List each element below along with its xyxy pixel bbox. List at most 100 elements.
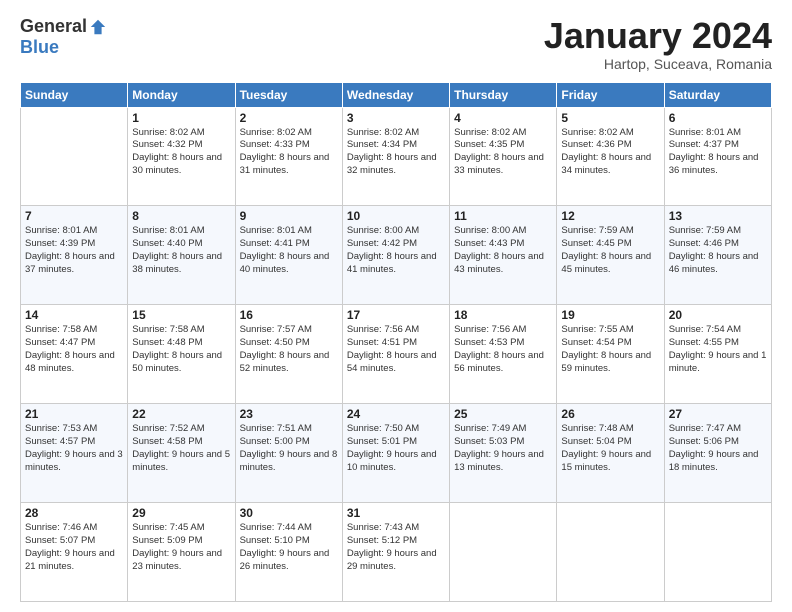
day-info: Sunrise: 8:02 AMSunset: 4:34 PMDaylight:… <box>347 127 445 178</box>
day-info: Sunrise: 7:53 AMSunset: 4:57 PMDaylight:… <box>25 423 123 474</box>
day-info: Sunrise: 7:55 AMSunset: 4:54 PMDaylight:… <box>561 324 659 375</box>
day-info: Sunrise: 7:58 AMSunset: 4:48 PMDaylight:… <box>132 324 230 375</box>
day-info: Sunrise: 7:59 AMSunset: 4:45 PMDaylight:… <box>561 225 659 276</box>
calendar-cell: 22 Sunrise: 7:52 AMSunset: 4:58 PMDayligh… <box>128 404 235 503</box>
calendar-cell: 27 Sunrise: 7:47 AMSunset: 5:06 PMDayligh… <box>664 404 771 503</box>
calendar-cell <box>21 107 128 206</box>
calendar-cell: 12 Sunrise: 7:59 AMSunset: 4:45 PMDayligh… <box>557 206 664 305</box>
day-number: 25 <box>454 407 552 421</box>
logo-blue-text: Blue <box>20 37 59 58</box>
day-number: 31 <box>347 506 445 520</box>
day-info: Sunrise: 7:48 AMSunset: 5:04 PMDaylight:… <box>561 423 659 474</box>
calendar-cell: 6 Sunrise: 8:01 AMSunset: 4:37 PMDaylight… <box>664 107 771 206</box>
day-number: 1 <box>132 111 230 125</box>
header: General Blue January 2024 Hartop, Suceav… <box>20 16 772 72</box>
day-info: Sunrise: 8:01 AMSunset: 4:41 PMDaylight:… <box>240 225 338 276</box>
day-info: Sunrise: 7:58 AMSunset: 4:47 PMDaylight:… <box>25 324 123 375</box>
day-number: 17 <box>347 308 445 322</box>
calendar-cell: 16 Sunrise: 7:57 AMSunset: 4:50 PMDayligh… <box>235 305 342 404</box>
day-info: Sunrise: 7:46 AMSunset: 5:07 PMDaylight:… <box>25 522 123 573</box>
day-info: Sunrise: 7:47 AMSunset: 5:06 PMDaylight:… <box>669 423 767 474</box>
day-number: 13 <box>669 209 767 223</box>
day-number: 23 <box>240 407 338 421</box>
page: General Blue January 2024 Hartop, Suceav… <box>0 0 792 612</box>
calendar-cell: 5Sunrise: 8:02 AMSunset: 4:36 PMDaylight… <box>557 107 664 206</box>
calendar-cell: 17 Sunrise: 7:56 AMSunset: 4:51 PMDayligh… <box>342 305 449 404</box>
logo: General Blue <box>20 16 107 58</box>
calendar-cell: 31 Sunrise: 7:43 AMSunset: 5:12 PMDayligh… <box>342 503 449 602</box>
day-number: 8 <box>132 209 230 223</box>
calendar-cell: 8 Sunrise: 8:01 AMSunset: 4:40 PMDaylight… <box>128 206 235 305</box>
calendar-week-row: 14 Sunrise: 7:58 AMSunset: 4:47 PMDayligh… <box>21 305 772 404</box>
day-number: 14 <box>25 308 123 322</box>
day-info: Sunrise: 7:56 AMSunset: 4:51 PMDaylight:… <box>347 324 445 375</box>
day-info: Sunrise: 7:54 AMSunset: 4:55 PMDaylight:… <box>669 324 767 375</box>
day-of-week-header: Sunday <box>21 82 128 107</box>
calendar-cell: 28Sunrise: 7:46 AMSunset: 5:07 PMDayligh… <box>21 503 128 602</box>
day-number: 16 <box>240 308 338 322</box>
calendar-cell: 15 Sunrise: 7:58 AMSunset: 4:48 PMDayligh… <box>128 305 235 404</box>
day-info: Sunrise: 7:52 AMSunset: 4:58 PMDaylight:… <box>132 423 230 474</box>
day-of-week-header: Thursday <box>450 82 557 107</box>
day-info: Sunrise: 7:43 AMSunset: 5:12 PMDaylight:… <box>347 522 445 573</box>
day-number: 21 <box>25 407 123 421</box>
day-of-week-header: Monday <box>128 82 235 107</box>
day-info: Sunrise: 8:02 AMSunset: 4:33 PMDaylight:… <box>240 127 338 178</box>
calendar-cell: 1Sunrise: 8:02 AMSunset: 4:32 PMDaylight… <box>128 107 235 206</box>
calendar-cell: 18Sunrise: 7:56 AMSunset: 4:53 PMDayligh… <box>450 305 557 404</box>
day-number: 27 <box>669 407 767 421</box>
calendar-cell: 21 Sunrise: 7:53 AMSunset: 4:57 PMDayligh… <box>21 404 128 503</box>
day-info: Sunrise: 8:01 AMSunset: 4:37 PMDaylight:… <box>669 127 767 178</box>
calendar-cell: 20 Sunrise: 7:54 AMSunset: 4:55 PMDayligh… <box>664 305 771 404</box>
day-number: 15 <box>132 308 230 322</box>
day-number: 10 <box>347 209 445 223</box>
calendar-cell: 29Sunrise: 7:45 AMSunset: 5:09 PMDayligh… <box>128 503 235 602</box>
day-number: 30 <box>240 506 338 520</box>
day-number: 6 <box>669 111 767 125</box>
day-info: Sunrise: 8:01 AMSunset: 4:39 PMDaylight:… <box>25 225 123 276</box>
day-info: Sunrise: 8:02 AMSunset: 4:35 PMDaylight:… <box>454 127 552 178</box>
day-of-week-header: Wednesday <box>342 82 449 107</box>
calendar-cell <box>450 503 557 602</box>
calendar-week-row: 28Sunrise: 7:46 AMSunset: 5:07 PMDayligh… <box>21 503 772 602</box>
calendar-week-row: 1Sunrise: 8:02 AMSunset: 4:32 PMDaylight… <box>21 107 772 206</box>
day-number: 12 <box>561 209 659 223</box>
calendar-header-row: SundayMondayTuesdayWednesdayThursdayFrid… <box>21 82 772 107</box>
calendar-cell: 11 Sunrise: 8:00 AMSunset: 4:43 PMDayligh… <box>450 206 557 305</box>
day-number: 5 <box>561 111 659 125</box>
calendar-table: SundayMondayTuesdayWednesdayThursdayFrid… <box>20 82 772 602</box>
day-info: Sunrise: 7:51 AMSunset: 5:00 PMDaylight:… <box>240 423 338 474</box>
day-number: 19 <box>561 308 659 322</box>
calendar-cell: 2Sunrise: 8:02 AMSunset: 4:33 PMDaylight… <box>235 107 342 206</box>
day-number: 20 <box>669 308 767 322</box>
calendar-cell: 30Sunrise: 7:44 AMSunset: 5:10 PMDayligh… <box>235 503 342 602</box>
calendar-cell: 23 Sunrise: 7:51 AMSunset: 5:00 PMDayligh… <box>235 404 342 503</box>
calendar-cell: 10Sunrise: 8:00 AMSunset: 4:42 PMDayligh… <box>342 206 449 305</box>
calendar-cell: 26 Sunrise: 7:48 AMSunset: 5:04 PMDayligh… <box>557 404 664 503</box>
calendar-cell: 3 Sunrise: 8:02 AMSunset: 4:34 PMDaylight… <box>342 107 449 206</box>
day-info: Sunrise: 7:57 AMSunset: 4:50 PMDaylight:… <box>240 324 338 375</box>
calendar-cell: 25Sunrise: 7:49 AMSunset: 5:03 PMDayligh… <box>450 404 557 503</box>
day-of-week-header: Saturday <box>664 82 771 107</box>
day-number: 9 <box>240 209 338 223</box>
calendar-cell: 7 Sunrise: 8:01 AMSunset: 4:39 PMDaylight… <box>21 206 128 305</box>
calendar-cell: 9 Sunrise: 8:01 AMSunset: 4:41 PMDaylight… <box>235 206 342 305</box>
day-of-week-header: Friday <box>557 82 664 107</box>
day-number: 4 <box>454 111 552 125</box>
day-number: 11 <box>454 209 552 223</box>
day-number: 26 <box>561 407 659 421</box>
day-info: Sunrise: 8:01 AMSunset: 4:40 PMDaylight:… <box>132 225 230 276</box>
day-number: 24 <box>347 407 445 421</box>
day-info: Sunrise: 7:50 AMSunset: 5:01 PMDaylight:… <box>347 423 445 474</box>
day-info: Sunrise: 7:59 AMSunset: 4:46 PMDaylight:… <box>669 225 767 276</box>
day-info: Sunrise: 8:00 AMSunset: 4:43 PMDaylight:… <box>454 225 552 276</box>
day-number: 29 <box>132 506 230 520</box>
calendar-cell: 13 Sunrise: 7:59 AMSunset: 4:46 PMDayligh… <box>664 206 771 305</box>
calendar-cell: 14 Sunrise: 7:58 AMSunset: 4:47 PMDayligh… <box>21 305 128 404</box>
calendar-cell <box>557 503 664 602</box>
title-block: January 2024 Hartop, Suceava, Romania <box>544 16 772 72</box>
day-number: 3 <box>347 111 445 125</box>
day-number: 7 <box>25 209 123 223</box>
day-number: 22 <box>132 407 230 421</box>
logo-icon <box>89 18 107 36</box>
